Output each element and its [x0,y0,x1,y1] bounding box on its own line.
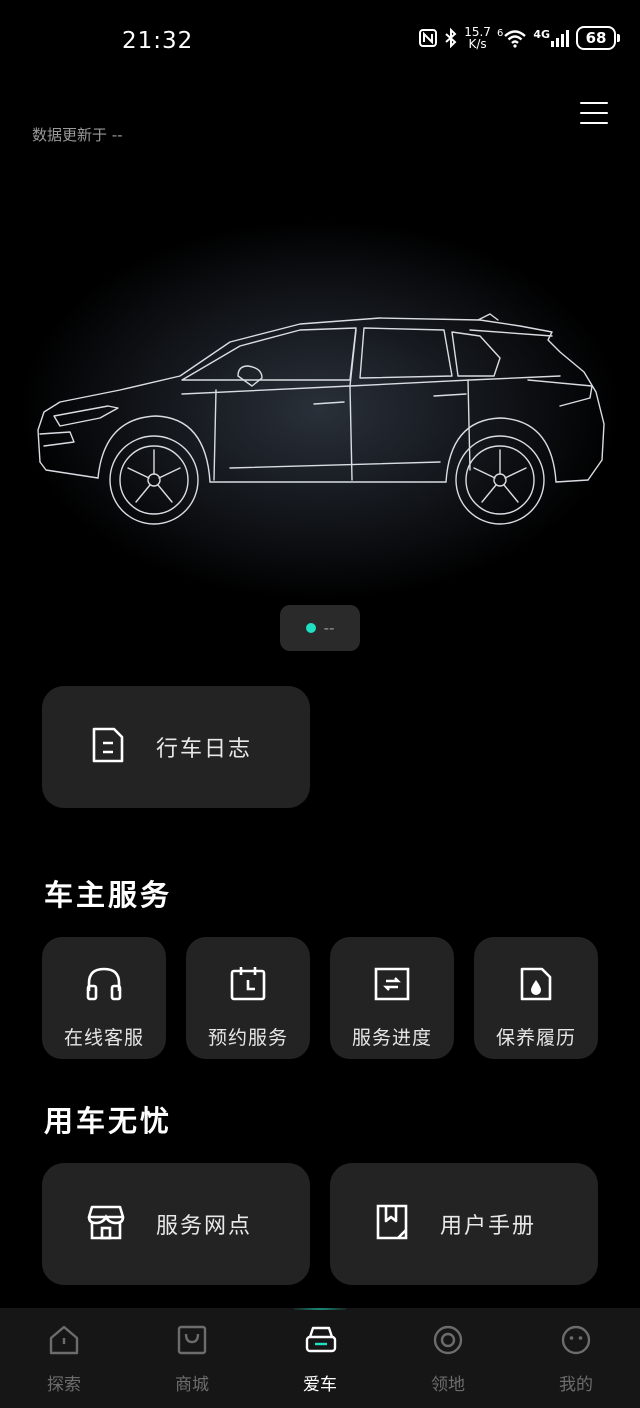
menu-icon[interactable] [580,100,608,124]
data-update-time: 数据更新于 -- [32,126,123,144]
store-icon [86,1203,126,1245]
progress-icon [372,965,412,1007]
online-service-label: 在线客服 [63,1027,144,1049]
car-illustration [0,180,640,600]
headset-icon [84,965,124,1007]
tab-explore-label: 探索 [47,1375,81,1395]
car-outline-icon [37,313,605,525]
network-speed: 15.7 K/s [464,25,491,51]
drive-log-icon [90,726,126,768]
tab-my-car[interactable]: 爱车 [256,1324,384,1404]
explore-icon [48,1324,80,1360]
status-icons: 15.7 K/s 6 4G 68 [418,25,620,51]
booking-service-button[interactable]: 预约服务 [186,937,310,1059]
user-manual-label: 用户手册 [440,1214,537,1239]
cellular-icon: 4G [533,28,570,48]
wifi-icon: 6 [497,28,527,48]
online-service-button[interactable]: 在线客服 [42,937,166,1059]
vehicle-status-pill[interactable]: -- [280,605,360,651]
service-progress-button[interactable]: 服务进度 [330,937,454,1059]
service-progress-label: 服务进度 [351,1027,432,1049]
shop-icon [176,1324,208,1360]
tab-shop[interactable]: 商城 [128,1324,256,1404]
drive-log-label: 行车日志 [156,737,253,762]
tab-territory[interactable]: 领地 [384,1324,512,1404]
bluetooth-icon [444,28,458,48]
maintenance-history-label: 保养履历 [495,1027,576,1049]
maintenance-history-button[interactable]: 保养履历 [474,937,598,1059]
territory-icon [432,1324,464,1360]
status-bar: 21:32 15.7 K/s 6 4G 68 [0,0,640,84]
vehicle-status-value: -- [323,619,335,637]
service-network-card[interactable]: 服务网点 [42,1163,310,1285]
profile-icon [560,1324,592,1360]
active-tab-indicator [294,1308,346,1310]
tab-explore[interactable]: 探索 [0,1324,128,1404]
tab-profile[interactable]: 我的 [512,1324,640,1404]
booking-service-label: 预约服务 [207,1027,288,1049]
worry-free-title: 用车无忧 [44,1104,173,1138]
manual-icon [374,1203,410,1245]
user-manual-card[interactable]: 用户手册 [330,1163,598,1285]
car-icon [304,1324,338,1360]
drive-log-card[interactable]: 行车日志 [42,686,310,808]
battery-indicator: 68 [576,26,620,50]
owner-services-title: 车主服务 [44,878,173,912]
nfc-icon [418,28,438,48]
calendar-icon [228,965,268,1007]
service-network-label: 服务网点 [156,1214,253,1239]
tab-bar: 探索 商城 爱车 领地 我的 [0,1308,640,1408]
tab-my-car-label: 爱车 [303,1375,337,1395]
maintenance-icon [516,965,556,1007]
status-time: 21:32 [122,28,194,54]
tab-territory-label: 领地 [431,1375,465,1395]
tab-shop-label: 商城 [175,1375,209,1395]
tab-profile-label: 我的 [559,1375,593,1395]
status-dot [305,623,316,633]
